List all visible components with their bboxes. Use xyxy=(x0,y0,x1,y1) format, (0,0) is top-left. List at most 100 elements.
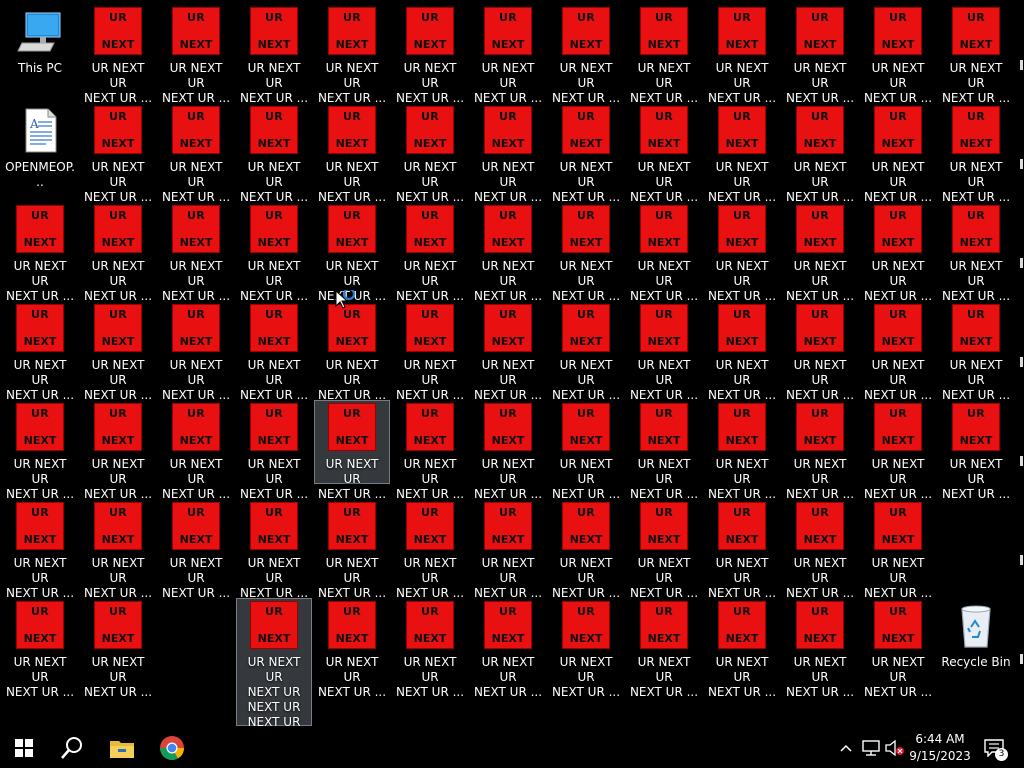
file-icon[interactable]: UR NEXT UR NEXT UR NEXT UR ... xyxy=(626,103,702,204)
file-icon[interactable]: UR NEXT UR NEXT UR NEXT UR ... xyxy=(392,301,468,402)
file-icon[interactable]: UR NEXT UR NEXT UR NEXT UR ... xyxy=(704,499,780,600)
file-icon[interactable]: UR NEXT UR NEXT UR NEXT UR ... xyxy=(236,301,312,402)
file-icon[interactable]: UR NEXT UR NEXT UR NEXT UR ... xyxy=(782,301,858,402)
file-icon[interactable]: UR NEXT UR NEXT UR NEXT UR ... xyxy=(392,4,468,105)
file-icon[interactable]: UR NEXT UR NEXT UR NEXT UR ... xyxy=(236,400,312,501)
file-icon[interactable]: UR NEXT UR NEXT UR NEXT UR ... xyxy=(548,400,624,501)
start-button[interactable] xyxy=(0,728,48,768)
file-icon[interactable]: UR NEXT UR NEXT UR NEXT UR ... xyxy=(626,301,702,402)
file-icon[interactable]: UR NEXT UR NEXT UR NEXT UR ... xyxy=(314,598,390,699)
file-icon[interactable]: UR NEXT UR NEXT UR NEXT UR ... xyxy=(314,499,390,600)
file-icon[interactable]: UR NEXT UR NEXT UR NEXT UR ... xyxy=(392,400,468,501)
file-icon[interactable]: UR NEXT UR NEXT UR NEXT UR ... xyxy=(626,400,702,501)
file-icon[interactable]: UR NEXT UR NEXT UR NEXT UR ... xyxy=(704,301,780,402)
file-icon[interactable]: UR NEXT UR NEXT UR NEXT UR ... xyxy=(158,4,234,105)
file-icon[interactable]: UR NEXT UR NEXT UR NEXT UR ... xyxy=(626,4,702,105)
file-icon[interactable]: UR NEXT UR NEXT UR NEXT UR ... xyxy=(2,202,78,303)
file-icon[interactable]: UR NEXT UR NEXT UR NEXT UR ... xyxy=(470,598,546,699)
action-center-button[interactable]: 3 xyxy=(982,738,1008,761)
file-icon[interactable]: UR NEXT UR NEXT UR NEXT UR ... xyxy=(2,301,78,402)
file-icon[interactable]: UR NEXT UR NEXT UR NEXT UR ... xyxy=(392,598,468,699)
file-icon[interactable]: UR NEXT UR NEXT UR NEXT UR ... xyxy=(860,400,936,501)
file-icon[interactable]: UR NEXT UR NEXT UR NEXT UR ... xyxy=(938,202,1014,303)
recycle-bin-shortcut[interactable]: Recycle Bin xyxy=(938,598,1014,682)
network-button[interactable] xyxy=(860,738,882,758)
file-icon[interactable]: UR NEXT UR NEXT UR NEXT UR ... xyxy=(80,499,156,600)
file-icon[interactable]: UR NEXT UR NEXT UR NEXT UR ... xyxy=(236,202,312,303)
file-icon[interactable]: UR NEXT UR NEXT UR NEXT UR ... xyxy=(80,400,156,501)
file-icon[interactable]: UR NEXT UR NEXT UR NEXT UR ... xyxy=(314,202,390,303)
desktop[interactable]: UR NEXT UR NEXT UR NEXT UR ... UR NEXT UR NEX… xyxy=(0,0,1024,744)
file-icon[interactable]: UR NEXT UR NEXT UR NEXT UR ... xyxy=(860,598,936,699)
file-icon[interactable]: UR NEXT UR NEXT UR NEXT UR ... xyxy=(626,499,702,600)
file-icon[interactable]: UR NEXT UR NEXT UR NEXT UR ... xyxy=(704,103,780,204)
file-icon[interactable]: UR NEXT UR NEXT UR NEXT UR ... xyxy=(860,4,936,105)
file-thumbnail: UR NEXT xyxy=(172,502,220,550)
file-icon[interactable]: UR NEXT UR NEXT UR NEXT UR ... xyxy=(704,598,780,699)
file-icon[interactable]: UR NEXT UR NEXT UR NEXT UR ... xyxy=(80,4,156,105)
show-hidden-icons-button[interactable] xyxy=(838,738,854,758)
file-icon[interactable]: UR NEXT UR NEXT UR NEXT UR ... xyxy=(938,301,1014,402)
file-icon[interactable]: UR NEXT UR NEXT UR NEXT UR ... xyxy=(548,301,624,402)
clock[interactable]: 6:44 AM 9/15/2023 xyxy=(898,731,982,765)
file-icon[interactable]: UR NEXT UR NEXT UR NEXT UR ... xyxy=(548,499,624,600)
file-icon[interactable]: UR NEXT UR NEXT UR NEXT UR ... xyxy=(782,202,858,303)
offscreen-icon-edge xyxy=(1020,654,1023,664)
file-icon[interactable]: UR NEXT UR NEXT UR NEXT UR ... xyxy=(2,598,78,699)
file-icon[interactable]: UR NEXT UR NEXT UR NEXT UR ... xyxy=(314,4,390,105)
file-icon[interactable]: UR NEXT UR NEXT UR NEXT UR ... xyxy=(782,103,858,204)
file-icon[interactable]: UR NEXT UR NEXT UR NEXT UR ... xyxy=(470,4,546,105)
file-icon[interactable]: UR NEXT UR NEXT UR NEXT UR ... xyxy=(158,400,234,501)
file-icon[interactable]: UR NEXT UR NEXT UR NEXT UR ... xyxy=(626,598,702,699)
file-icon[interactable]: UR NEXT UR NEXT UR NEXT UR ... xyxy=(470,202,546,303)
file-icon[interactable]: UR NEXT UR NEXT UR NEXT UR ... xyxy=(158,301,234,402)
file-icon[interactable]: UR NEXT UR NEXT UR NEXT UR ... xyxy=(392,202,468,303)
file-icon[interactable]: UR NEXT UR NEXT UR NEXT UR ... xyxy=(782,598,858,699)
file-icon[interactable]: UR NEXT UR NEXT UR NEXT UR ... xyxy=(236,4,312,105)
file-icon[interactable]: UR NEXT UR NEXT UR NEXT UR ... xyxy=(782,499,858,600)
file-explorer-button[interactable] xyxy=(98,728,146,768)
file-thumbnail: UR NEXT xyxy=(874,106,922,154)
file-icon[interactable]: UR NEXT UR NEXT UR NEXT UR ... xyxy=(704,400,780,501)
file-icon[interactable]: UR NEXT UR NEXT UR NEXT UR ... xyxy=(782,4,858,105)
file-icon[interactable]: UR NEXT UR NEXT UR NEXT UR NEXT UR NEXT UR… xyxy=(236,598,312,744)
search-button[interactable] xyxy=(48,728,96,768)
file-icon[interactable]: UR NEXT UR NEXT UR NEXT UR ... xyxy=(626,202,702,303)
file-icon[interactable]: UR NEXT UR NEXT UR NEXT UR ... xyxy=(704,202,780,303)
file-icon[interactable]: UR NEXT UR NEXT UR NEXT UR ... xyxy=(782,400,858,501)
file-icon[interactable]: UR NEXT UR NEXT UR NEXT UR ... xyxy=(314,103,390,204)
file-icon[interactable]: UR NEXT UR NEXT UR NEXT UR ... xyxy=(80,598,156,699)
file-icon[interactable]: UR NEXT UR NEXT UR NEXT UR ... xyxy=(2,400,78,501)
file-icon[interactable]: UR NEXT UR NEXT UR NEXT UR ... xyxy=(470,499,546,600)
file-icon[interactable]: UR NEXT UR NEXT UR NEXT UR ... xyxy=(158,103,234,204)
file-icon[interactable]: UR NEXT UR NEXT UR NEXT UR ... xyxy=(392,499,468,600)
file-icon[interactable]: UR NEXT UR NEXT UR NEXT UR ... xyxy=(80,301,156,402)
file-icon[interactable]: UR NEXT UR NEXT UR NEXT UR ... xyxy=(938,4,1014,105)
file-icon[interactable]: UR NEXT UR NEXT UR NEXT UR ... xyxy=(392,103,468,204)
file-icon[interactable]: UR NEXT UR NEXT UR NEXT UR ... xyxy=(938,400,1014,501)
file-icon[interactable]: UR NEXT UR NEXT UR NEXT UR ... xyxy=(860,301,936,402)
file-icon[interactable]: UR NEXT UR NEXT UR NEXT UR ... xyxy=(938,103,1014,204)
file-icon[interactable]: UR NEXT UR NEXT UR NEXT UR ... xyxy=(158,202,234,303)
this-pc-shortcut[interactable]: This PC xyxy=(2,4,78,88)
file-icon[interactable]: UR NEXT UR NEXT UR NEXT UR ... xyxy=(860,103,936,204)
file-icon[interactable]: UR NEXT UR NEXT UR NEXT UR ... xyxy=(236,499,312,600)
file-icon[interactable]: UR NEXT UR NEXT UR NEXT UR ... xyxy=(860,499,936,600)
file-icon[interactable]: UR NEXT UR NEXT UR NEXT UR ... xyxy=(704,4,780,105)
file-icon[interactable]: UR NEXT UR NEXT UR NEXT UR ... xyxy=(158,499,234,600)
file-icon[interactable]: UR NEXT UR NEXT UR NEXT UR ... xyxy=(548,103,624,204)
chrome-button[interactable] xyxy=(148,728,196,768)
file-icon[interactable]: UR NEXT UR NEXT UR NEXT UR ... xyxy=(236,103,312,204)
file-icon[interactable]: UR NEXT UR NEXT UR NEXT UR ... xyxy=(470,400,546,501)
file-icon[interactable]: UR NEXT UR NEXT UR NEXT UR ... xyxy=(314,400,390,501)
file-icon[interactable]: UR NEXT UR NEXT UR NEXT UR ... xyxy=(548,598,624,699)
file-icon[interactable]: UR NEXT UR NEXT UR NEXT UR ... xyxy=(548,4,624,105)
file-icon[interactable]: UR NEXT UR NEXT UR NEXT UR ... xyxy=(860,202,936,303)
document-file-icon[interactable]: A OPENMEOP... xyxy=(2,103,78,189)
file-icon[interactable]: UR NEXT UR NEXT UR NEXT UR ... xyxy=(470,103,546,204)
file-icon[interactable]: UR NEXT UR NEXT UR NEXT UR ... xyxy=(2,499,78,600)
file-icon[interactable]: UR NEXT UR NEXT UR NEXT UR ... xyxy=(80,202,156,303)
file-icon[interactable]: UR NEXT UR NEXT UR NEXT UR ... xyxy=(548,202,624,303)
file-icon[interactable]: UR NEXT UR NEXT UR NEXT UR ... xyxy=(470,301,546,402)
file-icon[interactable]: UR NEXT UR NEXT UR NEXT UR ... xyxy=(80,103,156,204)
